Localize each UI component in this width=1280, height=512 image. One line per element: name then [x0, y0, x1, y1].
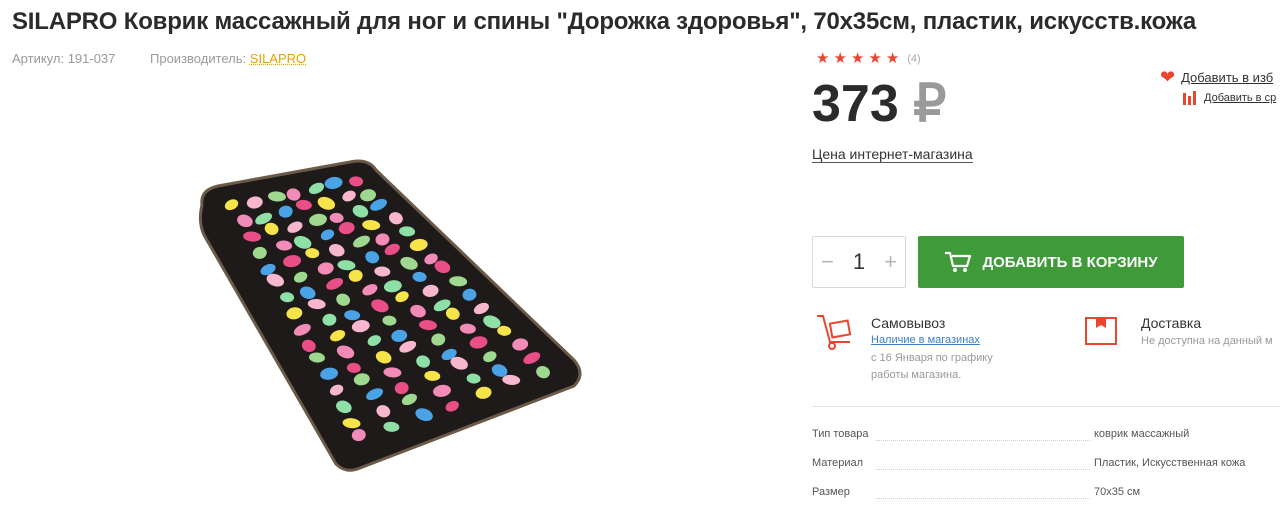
spec-leader [876, 498, 1090, 499]
pickup-title: Самовывоз [871, 315, 946, 331]
price: 373 ₽ [812, 74, 946, 134]
delivery-note: Не доступна на данный м [1141, 335, 1273, 347]
hand-truck-icon [817, 315, 852, 350]
sku: Артикул: 191-037 [12, 51, 116, 66]
review-count[interactable]: (4) [907, 53, 920, 65]
add-to-cart-label: Добавить в корзину [982, 253, 1158, 271]
star-icon: ★ [850, 50, 865, 67]
quantity-stepper[interactable]: − 1 + [812, 236, 906, 288]
pickup-schedule-line1: с 16 Января по графику [871, 352, 993, 364]
price-note[interactable]: Цена интернет-магазина [812, 146, 973, 163]
spec-row: Размер 70х35 см [812, 486, 1280, 506]
spec-row: Тип товара коврик массажный [812, 428, 1280, 448]
heart-icon: ❤ [1160, 67, 1176, 87]
currency-symbol: ₽ [913, 75, 947, 133]
spec-row: Материал Пластик, Искусственная кожа [812, 457, 1280, 477]
add-to-cart-button[interactable]: Добавить в корзину [918, 236, 1184, 288]
quantity-decrease-button[interactable]: − [821, 249, 834, 275]
product-title: SILAPRO Коврик массажный для ног и спины… [12, 8, 1197, 35]
delivery-title: Доставка [1141, 315, 1202, 331]
product-image[interactable] [190, 150, 590, 480]
quantity-increase-button[interactable]: + [884, 249, 897, 275]
cart-icon [945, 251, 972, 272]
manufacturer-link[interactable]: SILAPRO [250, 51, 306, 66]
star-icon: ★ [833, 50, 847, 67]
pickup-schedule-line2: работы магазина. [871, 369, 962, 381]
quantity-value[interactable]: 1 [853, 249, 865, 275]
spec-value: 70х35 см [1094, 486, 1141, 498]
spec-leader [876, 469, 1090, 470]
spec-leader [876, 440, 1090, 441]
spec-key: Тип товара [812, 428, 869, 440]
manufacturer-row: Производитель: SILAPRO [150, 51, 306, 66]
spec-value: коврик массажный [1094, 428, 1190, 440]
price-value: 373 [812, 75, 899, 133]
pickup-stores-link[interactable]: Наличие в магазинах [871, 334, 980, 346]
star-icon: ★ [868, 50, 882, 67]
wishlist-button[interactable]: ❤ Добавить в изб [1160, 68, 1273, 86]
box-icon [1085, 317, 1117, 345]
compare-icon [1183, 91, 1196, 105]
divider [812, 406, 1280, 407]
star-icon: ★ [816, 50, 830, 67]
spec-key: Размер [812, 486, 850, 498]
spec-value: Пластик, Искусственная кожа [1094, 457, 1246, 469]
manufacturer-label: Производитель: [150, 51, 247, 66]
spec-key: Материал [812, 457, 863, 469]
compare-button[interactable]: Добавить в ср [1182, 91, 1276, 105]
rating[interactable]: ★ ★ ★ ★ ★ (4) [816, 51, 921, 67]
wishlist-label[interactable]: Добавить в изб [1181, 70, 1273, 85]
star-icon: ★ [885, 50, 900, 67]
compare-label[interactable]: Добавить в ср [1204, 92, 1276, 104]
